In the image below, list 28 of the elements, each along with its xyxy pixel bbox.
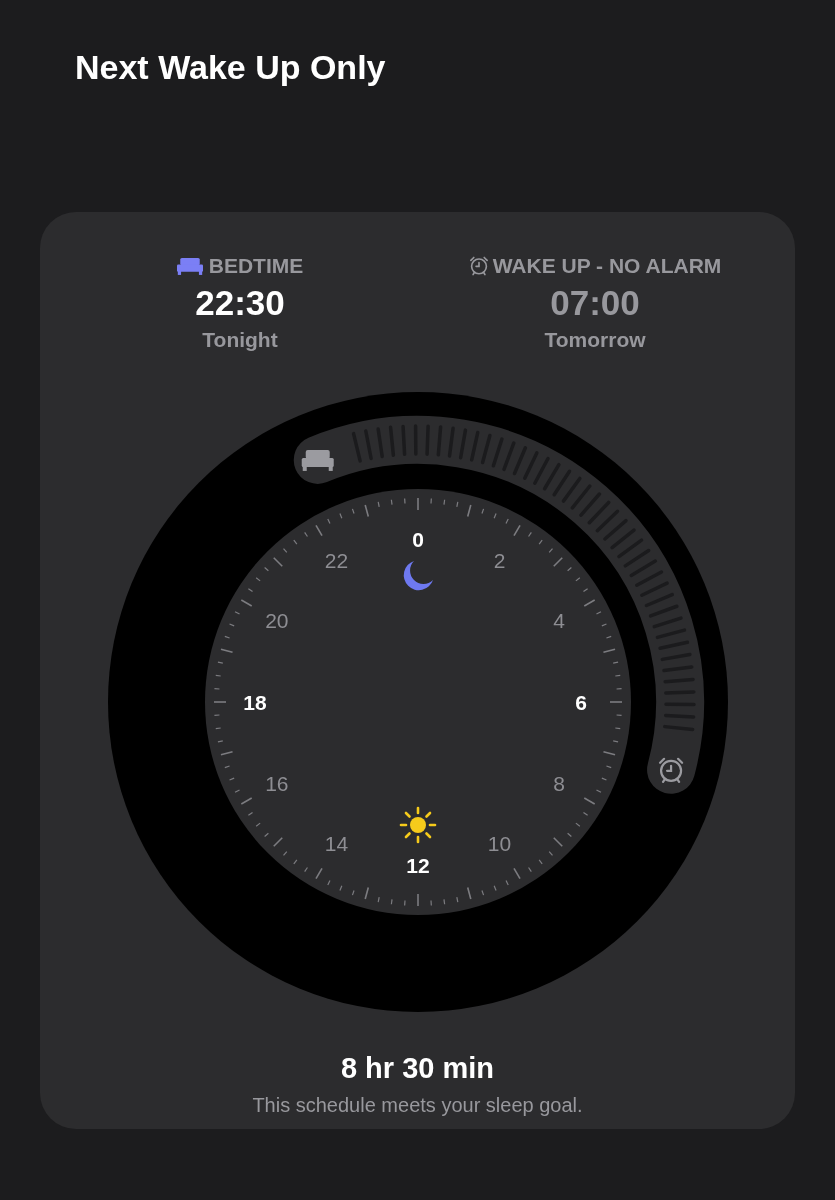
bed-handle-icon [301,449,334,471]
hour-label: 22 [324,549,348,573]
bedtime-label: BEDTIME [208,253,304,279]
hour-label: 20 [264,609,288,632]
sleep-duration: 8 hr 30 min [340,1051,495,1086]
hour-label: 12 [405,853,430,877]
hour-label: 6 [574,690,587,714]
sleep-goal-note: This schedule meets your sleep goal. [252,1093,583,1118]
hour-label: 0 [411,527,424,551]
sleep-arc[interactable] [293,416,704,794]
hour-label: 10 [487,831,511,855]
alarm-clock-icon [469,256,488,276]
hour-label: 2 [493,549,505,573]
bedtime-day: Tonight [202,323,278,355]
alarm-handle-icon [658,757,683,783]
page-title: Next Wake Up Only [74,47,387,88]
hour-label: 14 [324,831,348,855]
bed-icon [176,255,203,276]
wake-up-time[interactable]: 07:00 [550,281,640,324]
hour-label: 4 [552,609,565,632]
wake-up-label: WAKE UP - NO ALARM [492,253,722,279]
sun-icon [399,806,436,844]
hour-label: 16 [264,772,288,795]
wake-up-day: Tomorrow [544,323,646,355]
hour-label: 18 [242,690,267,714]
hour-label: 8 [552,772,565,795]
moon-icon [403,561,433,591]
bedtime-time[interactable]: 22:30 [195,281,285,324]
